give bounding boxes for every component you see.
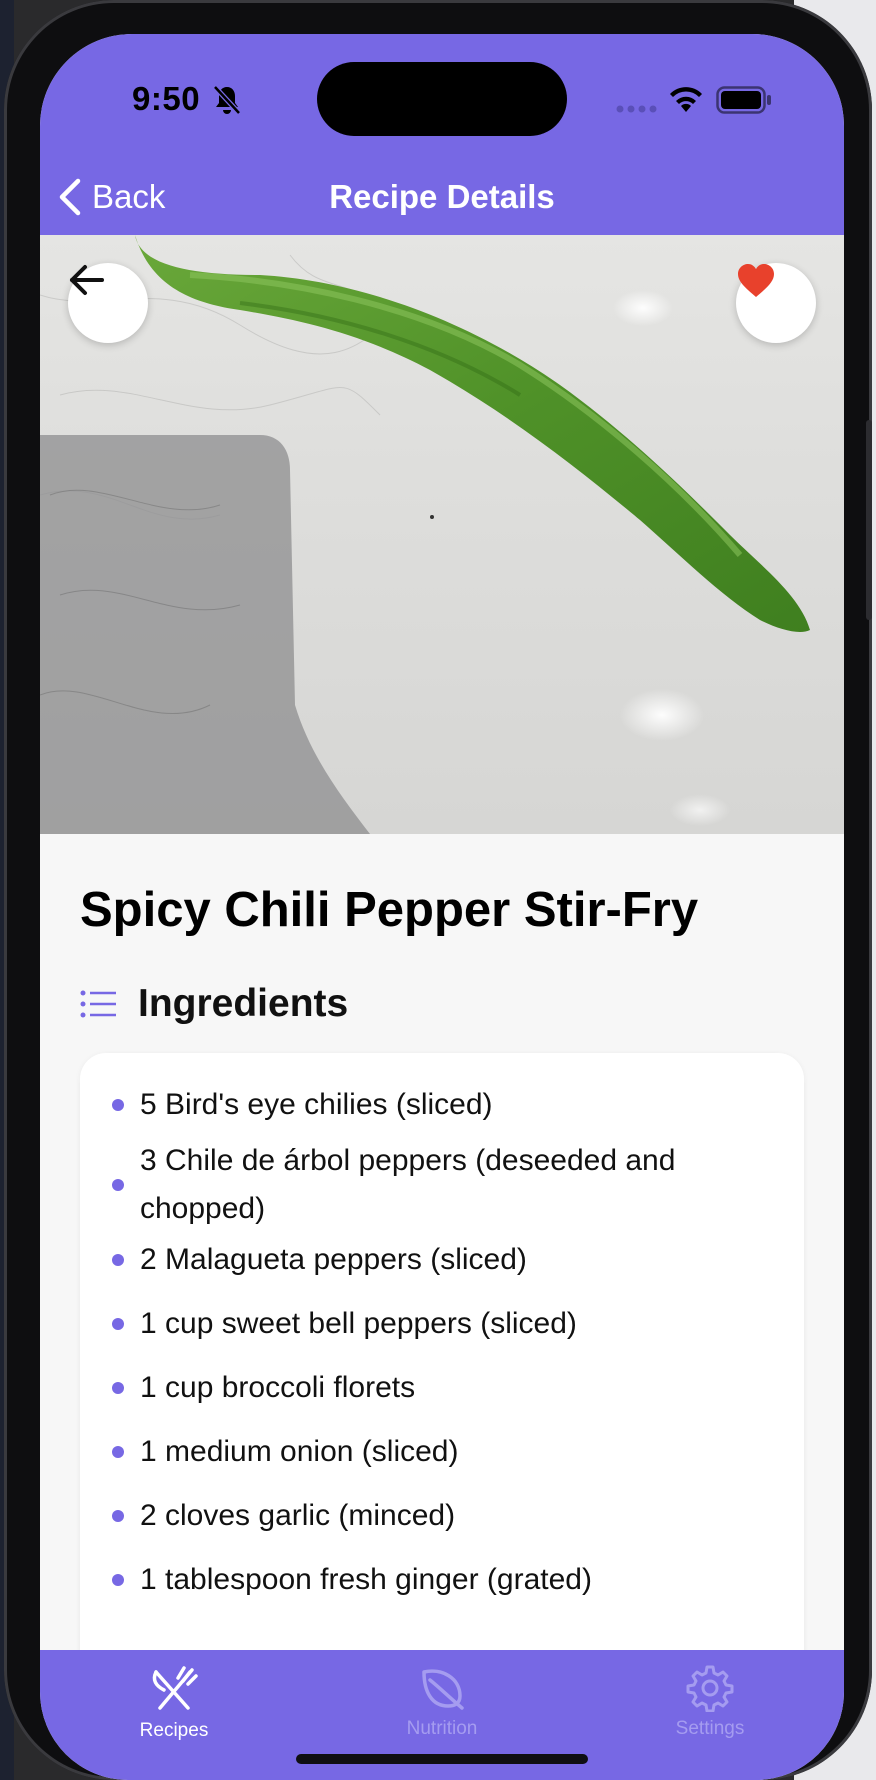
side-button — [866, 420, 872, 620]
dynamic-island — [317, 62, 567, 136]
ingredients-card: 5 Bird's eye chilies (sliced) 3 Chile de… — [80, 1053, 804, 1650]
ingredients-heading: Ingredients — [138, 982, 349, 1025]
bullet-dot — [112, 1254, 124, 1266]
bullet-dot — [112, 1179, 124, 1191]
battery-icon — [716, 86, 771, 114]
wifi-icon — [670, 87, 702, 112]
heart-icon — [738, 264, 774, 297]
ingredient-text: 1 cup sweet bell peppers (sliced) — [140, 1307, 577, 1340]
arrow-left-icon — [70, 265, 104, 295]
top-bar: 9:50 Back Recipe Details — [40, 34, 844, 235]
bullet-dot — [112, 1382, 124, 1394]
bullet-dot — [112, 1446, 124, 1458]
recipe-content: Spicy Chili Pepper Stir-Fry Ingredients … — [40, 834, 844, 1650]
pepper-photo-illustration — [40, 235, 810, 834]
bullet-dot — [112, 1510, 124, 1522]
photo-back-button[interactable] — [68, 263, 148, 343]
signal-dots-icon — [616, 105, 657, 113]
tab-settings[interactable]: Settings — [610, 1650, 810, 1750]
app-screen: 9:50 Back Recipe Details Spicy Chili Pep… — [40, 34, 844, 1780]
phone-frame: 9:50 Back Recipe Details Spicy Chili Pep… — [4, 0, 872, 1780]
ingredient-text: 1 tablespoon fresh ginger (grated) — [140, 1563, 592, 1596]
list-bullet-icon — [80, 990, 116, 1018]
favorite-button[interactable] — [736, 263, 816, 343]
ingredient-text: 1 medium onion (sliced) — [140, 1435, 459, 1468]
gear-icon — [686, 1665, 734, 1712]
bell-slash-icon — [213, 85, 241, 115]
fork-knife-icon — [152, 1666, 198, 1710]
tab-label-nutrition: Nutrition — [406, 1718, 478, 1739]
ingredient-text: 1 cup broccoli florets — [140, 1371, 416, 1404]
bullet-dot — [112, 1574, 124, 1586]
tab-recipes[interactable]: Recipes — [74, 1650, 274, 1750]
bullet-dot — [112, 1099, 124, 1111]
status-time: 9:50 — [132, 80, 201, 117]
leaf-icon — [422, 1669, 464, 1710]
ingredient-text: 2 Malagueta peppers (sliced) — [140, 1243, 527, 1276]
recipe-photo — [40, 235, 844, 834]
home-indicator[interactable] — [296, 1754, 588, 1764]
ingredient-text: 3 Chile de árbol peppers (deseeded and c… — [140, 1144, 676, 1225]
ingredient-text: 2 cloves garlic (minced) — [140, 1499, 456, 1532]
tab-nutrition[interactable]: Nutrition — [342, 1650, 542, 1750]
page-title: Recipe Details — [329, 178, 555, 215]
ingredients-header: Ingredients — [80, 982, 348, 1026]
recipe-title: Spicy Chili Pepper Stir-Fry — [80, 883, 699, 937]
tab-label-settings: Settings — [675, 1718, 745, 1739]
bullet-dot — [112, 1318, 124, 1330]
ingredient-text: 5 Bird's eye chilies (sliced) — [140, 1088, 493, 1121]
tab-label-recipes: Recipes — [139, 1720, 209, 1741]
